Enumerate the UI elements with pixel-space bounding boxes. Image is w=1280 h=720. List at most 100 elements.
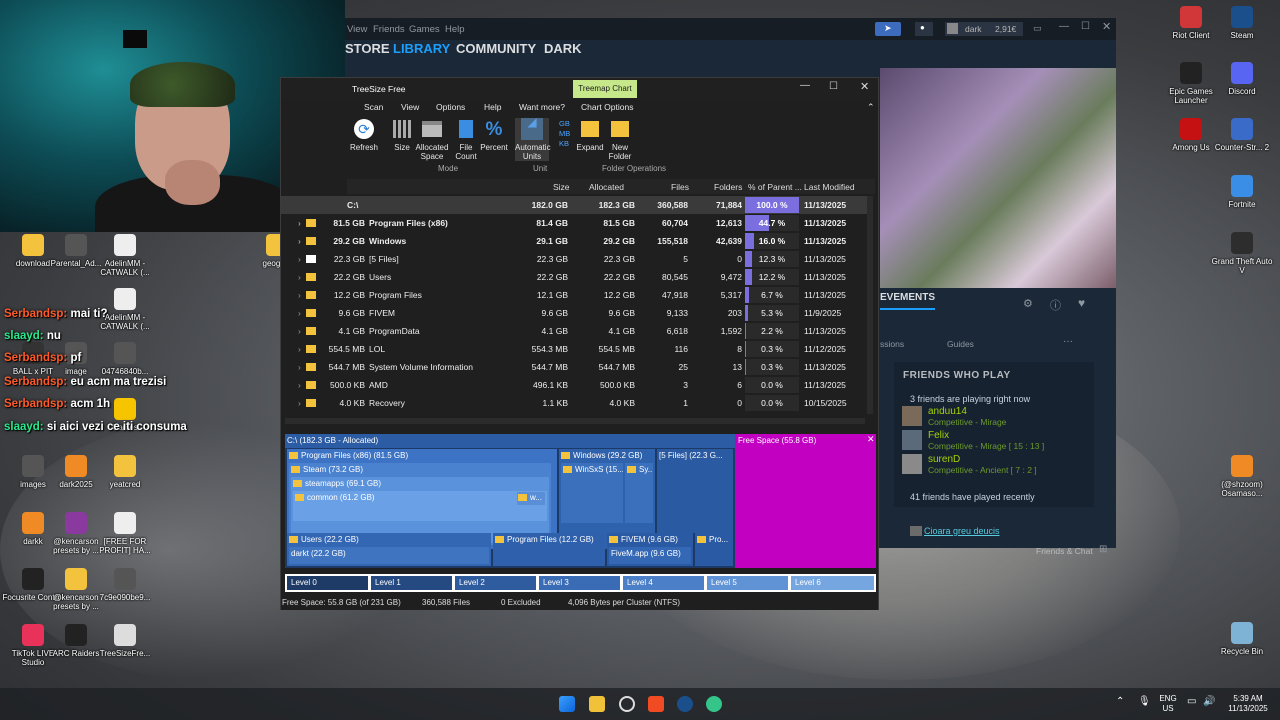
network-icon[interactable]: ▭ bbox=[1187, 697, 1196, 707]
obs-icon[interactable] bbox=[619, 696, 635, 712]
treemap-common-child[interactable]: w... bbox=[517, 492, 545, 505]
desktop-icon[interactable]: 7c9e090be9... bbox=[94, 568, 156, 602]
steam-nav-library[interactable]: LIBRARY bbox=[393, 41, 450, 56]
microphone-icon[interactable]: 🎙 bbox=[1138, 697, 1151, 707]
steam-notifications-button[interactable]: ● bbox=[915, 22, 933, 36]
level-0[interactable]: Level 0 bbox=[287, 576, 368, 590]
clock[interactable]: 5:39 AM 11/13/2025 bbox=[1222, 694, 1274, 714]
treemap-common[interactable]: common (61.2 GB) bbox=[293, 491, 547, 521]
friend-name[interactable]: anduu14 bbox=[928, 406, 967, 417]
table-row[interactable]: › 544.7 MB System Volume Information 544.7 … bbox=[281, 358, 871, 376]
chevron-right-icon[interactable]: › bbox=[298, 272, 301, 282]
volume-icon[interactable]: 🔊 bbox=[1203, 697, 1215, 707]
table-row[interactable]: › 22.2 GB Users 22.2 GB 22.2 GB 80,545 9,472 12… bbox=[281, 268, 871, 286]
table-row[interactable]: › 12.2 GB Program Files 12.1 GB 12.2 GB 47,91… bbox=[281, 286, 871, 304]
treemap-programdata[interactable]: Pro... bbox=[695, 533, 733, 566]
chevron-right-icon[interactable]: › bbox=[298, 344, 301, 354]
treemap-root[interactable]: C:\ (182.3 GB - Allocated) bbox=[285, 434, 735, 448]
chevron-right-icon[interactable]: › bbox=[298, 290, 301, 300]
table-row[interactable]: › 4.1 GB ProgramData 4.1 GB 4.1 GB 6,618 1,592… bbox=[281, 322, 871, 340]
maximize-icon[interactable]: ☐ bbox=[829, 81, 838, 92]
close-icon[interactable]: ✕ bbox=[860, 80, 869, 93]
treemap-5-files[interactable]: [5 Files] (22.3 G... bbox=[657, 449, 733, 533]
steam-menu-friends[interactable]: Friends bbox=[373, 24, 405, 35]
table-row[interactable]: C:\ 182.0 GB 182.3 GB 360,588 71,884 100.0 % 1… bbox=[281, 196, 871, 214]
chevron-right-icon[interactable]: › bbox=[298, 398, 301, 408]
desktop-icon[interactable]: TreeSizeFre... bbox=[94, 624, 156, 658]
table-row[interactable]: › 81.5 GB Program Files (x86) 81.4 GB 81.5 G… bbox=[281, 214, 871, 232]
chevron-right-icon[interactable]: › bbox=[298, 362, 301, 372]
minimize-icon[interactable]: — bbox=[800, 80, 810, 91]
table-row[interactable]: › 29.2 GB Windows 29.1 GB 29.2 GB 155,518 42,6… bbox=[281, 232, 871, 250]
table-row[interactable]: › 500.0 KB AMD 496.1 KB 500.0 KB 3 6 0.0 % 11/13… bbox=[281, 376, 871, 394]
column-files[interactable]: Files bbox=[671, 182, 689, 192]
heart-icon[interactable]: ♥ bbox=[1078, 296, 1085, 310]
menu-options[interactable]: Options bbox=[436, 102, 465, 112]
chat-icon[interactable]: ⊞ bbox=[1099, 544, 1107, 555]
size-button[interactable]: Size bbox=[385, 118, 419, 152]
chevron-right-icon[interactable]: › bbox=[298, 326, 301, 336]
recent-friend-link[interactable]: Cioara greu deucis bbox=[924, 526, 1000, 536]
close-icon[interactable]: ✕ bbox=[1102, 20, 1111, 33]
new-folder-button[interactable]: New Folder bbox=[603, 118, 637, 161]
treesize-taskbar-icon[interactable] bbox=[706, 696, 722, 712]
column-folders[interactable]: Folders bbox=[714, 182, 742, 192]
desktop-icon[interactable]: Grand Theft Auto V bbox=[1211, 232, 1273, 275]
desktop-icon[interactable]: AdelinMM - CATWALK (... bbox=[94, 234, 156, 277]
chevron-right-icon[interactable]: › bbox=[298, 380, 301, 390]
context-tab-treemap[interactable]: Treemap Chart bbox=[573, 80, 637, 98]
treemap-free-space[interactable]: Free Space (55.8 GB) bbox=[735, 434, 876, 568]
table-row[interactable]: › 4.0 KB Recovery 1.1 KB 4.0 KB 1 0 0.0 % 10/15/… bbox=[281, 394, 871, 412]
steam-account-menu[interactable]: dark 2,91€ bbox=[945, 22, 1023, 36]
language-indicator[interactable]: ENG US bbox=[1156, 694, 1180, 714]
unit-gb[interactable]: GB bbox=[559, 119, 570, 129]
maximize-icon[interactable]: ☐ bbox=[1081, 21, 1090, 32]
desktop-icon[interactable]: Discord bbox=[1211, 62, 1273, 96]
friend-name[interactable]: Felix bbox=[928, 430, 949, 441]
treemap-system32[interactable]: Sy... bbox=[625, 463, 653, 523]
tab-sessions[interactable]: ssions bbox=[880, 339, 904, 349]
desktop-icon[interactable]: Counter-Str... 2 bbox=[1211, 118, 1273, 152]
steam-menu-view[interactable]: View bbox=[347, 24, 367, 35]
menu-help[interactable]: Help bbox=[484, 102, 501, 112]
steam-nav-profile[interactable]: DARK bbox=[544, 41, 582, 56]
chevron-right-icon[interactable]: › bbox=[298, 218, 301, 228]
column-allocated[interactable]: Allocated bbox=[589, 182, 624, 192]
achievements-heading[interactable]: EVEMENTS bbox=[880, 292, 935, 303]
treesize-window[interactable]: TreeSize Free Treemap Chart — ☐ ✕ Scan V… bbox=[280, 77, 879, 610]
unit-mb[interactable]: MB bbox=[559, 129, 570, 139]
table-row[interactable]: › 22.3 GB [5 Files] 22.3 GB 22.3 GB 5 0 12.3 % 1… bbox=[281, 250, 871, 268]
column-size[interactable]: Size bbox=[553, 182, 570, 192]
level-6[interactable]: Level 6 bbox=[791, 576, 874, 590]
percent-button[interactable]: % Percent bbox=[477, 118, 511, 153]
table-row[interactable]: › 9.6 GB FIVEM 9.6 GB 9.6 GB 9,133 203 5.3 % 11/… bbox=[281, 304, 871, 322]
desktop-icon[interactable]: Recycle Bin bbox=[1211, 622, 1273, 656]
tab-guides[interactable]: Guides bbox=[947, 339, 974, 349]
chevron-right-icon[interactable]: › bbox=[298, 236, 301, 246]
allocated-space-button[interactable]: Allocated Space bbox=[415, 118, 449, 161]
level-1[interactable]: Level 1 bbox=[371, 576, 452, 590]
treemap-chart[interactable]: C:\ (182.3 GB - Allocated) Program Files… bbox=[285, 434, 876, 568]
treemap-darkt[interactable]: darkt (22.2 GB) bbox=[289, 547, 489, 564]
steam-announce-button[interactable]: ➤ bbox=[875, 22, 901, 36]
level-3[interactable]: Level 3 bbox=[539, 576, 620, 590]
desktop-icon[interactable]: Steam bbox=[1211, 6, 1273, 40]
friends-chat-button[interactable]: Friends & Chat bbox=[1036, 546, 1093, 556]
menu-view[interactable]: View bbox=[401, 102, 419, 112]
more-icon[interactable]: ··· bbox=[1063, 336, 1073, 347]
file-explorer-icon[interactable] bbox=[589, 696, 605, 712]
friend-name[interactable]: surenD bbox=[928, 454, 960, 465]
steam-bigpicture-icon[interactable]: ▭ bbox=[1033, 23, 1042, 34]
table-scrollbar[interactable] bbox=[867, 196, 873, 414]
menu-chart-options[interactable]: Chart Options bbox=[581, 102, 633, 112]
steam-taskbar-icon[interactable] bbox=[677, 696, 693, 712]
brave-icon[interactable] bbox=[648, 696, 664, 712]
column-percent[interactable]: % of Parent ... bbox=[748, 182, 802, 192]
column-last-modified[interactable]: Last Modified bbox=[804, 182, 855, 192]
chevron-up-icon[interactable]: ⌃ bbox=[867, 102, 875, 113]
level-5[interactable]: Level 5 bbox=[707, 576, 788, 590]
desktop-icon[interactable]: Fortnite bbox=[1211, 175, 1273, 209]
desktop-icon[interactable]: (@shzoom) Osamaso... bbox=[1211, 455, 1273, 498]
level-4[interactable]: Level 4 bbox=[623, 576, 704, 590]
treemap-program-files[interactable]: Program Files (12.2 GB) bbox=[493, 533, 605, 566]
